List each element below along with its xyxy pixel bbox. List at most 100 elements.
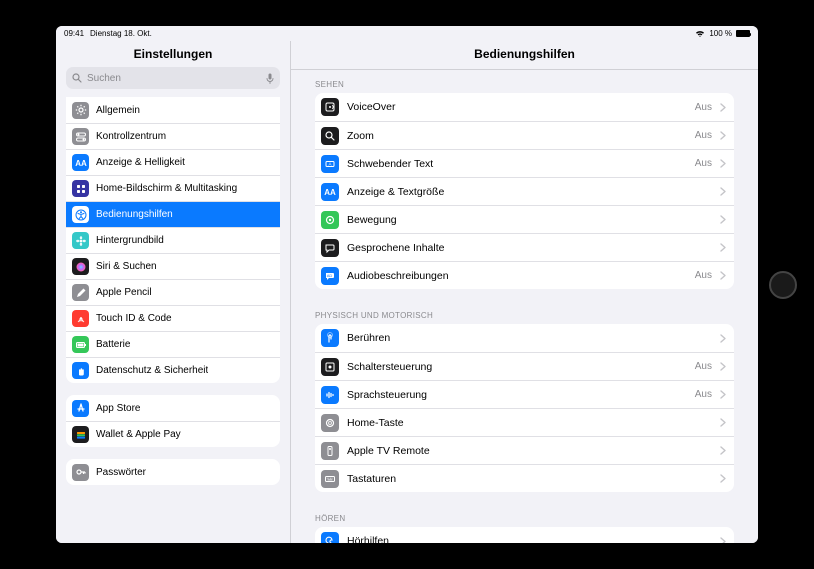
sidebar-item-anzeige[interactable]: AAAnzeige & Helligkeit	[66, 149, 280, 175]
sidebar-item-touchid[interactable]: Touch ID & Code	[66, 305, 280, 331]
switches-icon	[72, 128, 89, 145]
detail-item-gesprochene[interactable]: Gesprochene Inhalte	[315, 233, 734, 261]
sidebar-item-bedienungshilfen[interactable]: Bedienungshilfen	[66, 201, 280, 227]
sidebar-item-label: Datenschutz & Sicherheit	[96, 365, 208, 376]
detail-item-label: Gesprochene Inhalte	[347, 242, 712, 254]
remote-icon	[321, 442, 339, 460]
aa-icon: AA	[321, 183, 339, 201]
detail-item-value: Aus	[695, 361, 712, 372]
speech-icon	[321, 239, 339, 257]
section-header: PHYSISCH UND MOTORISCH	[305, 301, 744, 324]
detail-item-beruehren[interactable]: Berühren	[315, 324, 734, 352]
detail-item-bewegung[interactable]: Bewegung	[315, 205, 734, 233]
sidebar-item-label: Wallet & Apple Pay	[96, 429, 181, 440]
detail-item-tastaturen[interactable]: Tastaturen	[315, 464, 734, 492]
chevron-right-icon	[720, 215, 726, 224]
hovertext-icon: A	[321, 155, 339, 173]
detail-item-label: Anzeige & Textgröße	[347, 186, 712, 198]
zoom-icon	[321, 127, 339, 145]
svg-text:AA: AA	[324, 188, 336, 197]
chevron-right-icon	[720, 103, 726, 112]
sidebar-item-wallet[interactable]: Wallet & Apple Pay	[66, 421, 280, 447]
sidebar-item-label: Hintergrundbild	[96, 235, 164, 246]
pencil-icon	[72, 284, 89, 301]
battery-icon	[736, 30, 750, 37]
sidebar-item-label: Touch ID & Code	[96, 313, 172, 324]
detail-item-audiodesc[interactable]: ADAudiobeschreibungenAus	[315, 261, 734, 289]
chevron-right-icon	[720, 362, 726, 371]
key-icon	[72, 464, 89, 481]
detail-item-anzeige-text[interactable]: AA Anzeige & Textgröße	[315, 177, 734, 205]
detail-item-sprachsteuerung[interactable]: SprachsteuerungAus	[315, 380, 734, 408]
fingerprint-icon	[72, 310, 89, 327]
status-bar: 09:41 Dienstag 18. Okt. 100 %	[56, 26, 758, 41]
chevron-right-icon	[720, 243, 726, 252]
sidebar-item-label: Bedienungshilfen	[96, 209, 173, 220]
detail-item-label: Berühren	[347, 332, 712, 344]
svg-text:AA: AA	[75, 159, 87, 168]
detail-item-label: Schwebender Text	[347, 158, 687, 170]
sidebar-item-label: Apple Pencil	[96, 287, 152, 298]
grid-icon	[72, 180, 89, 197]
home-button[interactable]	[769, 271, 797, 299]
clock: 09:41	[64, 29, 84, 38]
chevron-right-icon	[720, 446, 726, 455]
detail-item-zoom[interactable]: ZoomAus	[315, 121, 734, 149]
sidebar-item-label: Home-Bildschirm & Multitasking	[96, 183, 237, 194]
sidebar-item-allgemein[interactable]: Allgemein	[66, 97, 280, 123]
sidebar-item-hintergrundbild[interactable]: Hintergrundbild	[66, 227, 280, 253]
sidebar-item-datenschutz[interactable]: Datenschutz & Sicherheit	[66, 357, 280, 383]
sidebar-item-label: Kontrollzentrum	[96, 131, 166, 142]
flower-icon	[72, 232, 89, 249]
sidebar-item-batterie[interactable]: Batterie	[66, 331, 280, 357]
sidebar-item-passwoerter[interactable]: Passwörter	[66, 459, 280, 485]
search-icon	[72, 73, 82, 83]
homebutton-icon	[321, 414, 339, 432]
detail-item-value: Aus	[695, 158, 712, 169]
battery-text: 100 %	[709, 29, 732, 38]
detail-item-label: VoiceOver	[347, 101, 687, 113]
detail-item-label: Tastaturen	[347, 473, 712, 485]
sidebar-item-homescreen[interactable]: Home-Bildschirm & Multitasking	[66, 175, 280, 201]
detail-item-hoerhilfen[interactable]: Hörhilfen	[315, 527, 734, 543]
search-input[interactable]: Suchen	[66, 67, 280, 89]
detail-item-voiceover[interactable]: VoiceOver Aus	[315, 93, 734, 121]
mic-icon[interactable]	[266, 73, 274, 84]
detail-item-hometaste[interactable]: Home-Taste	[315, 408, 734, 436]
chevron-right-icon	[720, 187, 726, 196]
detail-title: Bedienungshilfen	[291, 41, 758, 70]
voiceover-icon	[321, 98, 339, 116]
hand-icon	[72, 362, 89, 379]
audiodesc-icon: AD	[321, 267, 339, 285]
sidebar-item-label: App Store	[96, 403, 140, 414]
detail-item-schwebender-text[interactable]: A Schwebender Text Aus	[315, 149, 734, 177]
chevron-right-icon	[720, 474, 726, 483]
siri-icon	[72, 258, 89, 275]
chevron-right-icon	[720, 390, 726, 399]
section-header: SEHEN	[305, 70, 744, 93]
detail-item-label: Apple TV Remote	[347, 445, 712, 457]
ear-icon	[321, 532, 339, 543]
chevron-right-icon	[720, 418, 726, 427]
detail-item-label: Home-Taste	[347, 417, 712, 429]
detail-item-label: Schaltersteuerung	[347, 361, 687, 373]
wifi-icon	[695, 30, 705, 38]
section-header: HÖREN	[305, 504, 744, 527]
sidebar-item-pencil[interactable]: Apple Pencil	[66, 279, 280, 305]
chevron-right-icon	[720, 159, 726, 168]
date: Dienstag 18. Okt.	[90, 29, 152, 38]
battery-icon	[72, 336, 89, 353]
detail-item-schaltersteuerung[interactable]: Schaltersteuerung Aus	[315, 352, 734, 380]
sidebar-item-siri[interactable]: Siri & Suchen	[66, 253, 280, 279]
wallet-icon	[72, 426, 89, 443]
sidebar-item-kontrollzentrum[interactable]: Kontrollzentrum	[66, 123, 280, 149]
sidebar-item-label: Passwörter	[96, 467, 146, 478]
detail-item-value: Aus	[695, 102, 712, 113]
gear-icon	[72, 102, 89, 119]
detail-item-appletv[interactable]: Apple TV Remote	[315, 436, 734, 464]
sidebar-item-label: Batterie	[96, 339, 130, 350]
voicecontrol-icon	[321, 386, 339, 404]
svg-text:AD: AD	[327, 273, 333, 278]
chevron-right-icon	[720, 271, 726, 280]
sidebar-item-appstore[interactable]: App Store	[66, 395, 280, 421]
